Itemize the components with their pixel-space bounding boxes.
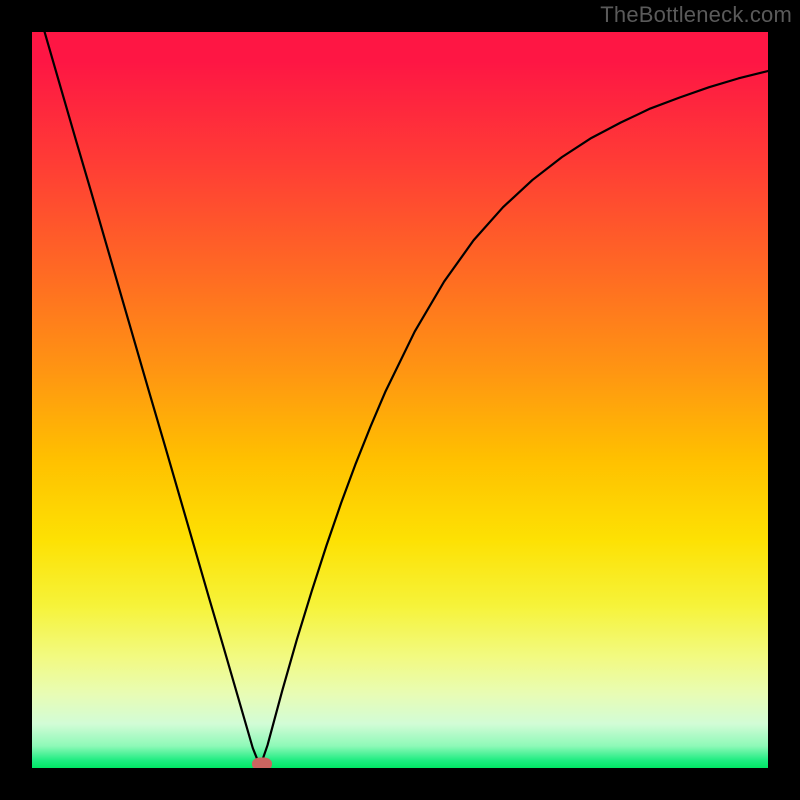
chart-container: TheBottleneck.com	[0, 0, 800, 800]
plot-area	[32, 32, 768, 768]
bottleneck-curve	[32, 32, 768, 767]
watermark-text: TheBottleneck.com	[600, 2, 792, 28]
minimum-marker	[252, 758, 272, 768]
curve-overlay	[32, 32, 768, 768]
